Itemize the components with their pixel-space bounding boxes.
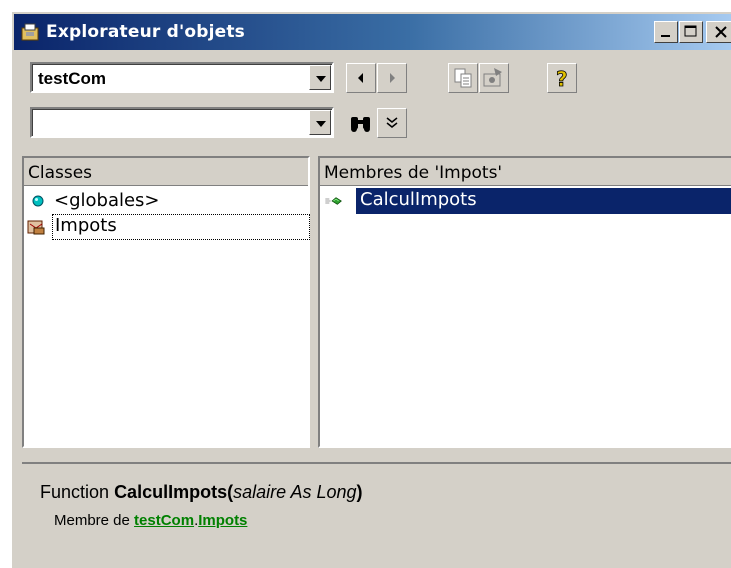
class-item-impots[interactable]: Impots [26,214,310,240]
forward-arrow-icon [390,73,395,83]
class-link[interactable]: Impots [198,512,247,529]
member-owner: Membre de testCom.Impots [54,512,247,529]
members-header: Membres de 'Impots' [320,158,731,186]
close-paren: ) [356,482,363,502]
search-combo-dropdown-button[interactable] [309,110,331,135]
maximize-button[interactable] [679,21,703,43]
member-item-label: CalculImpots [356,188,731,214]
pane-splitter[interactable] [310,156,318,448]
member-kind: Function [40,482,110,502]
view-definition-icon [483,68,502,87]
title-bar[interactable]: Explorateur d'objets [14,14,731,50]
search-button[interactable] [346,108,376,138]
minimize-button[interactable] [654,21,678,43]
close-icon [715,26,727,38]
library-link[interactable]: testCom [134,512,194,529]
classes-pane[interactable]: Classes <globales> Impots [22,156,310,448]
back-button[interactable] [346,63,376,93]
classes-header: Classes [24,158,308,186]
class-item-label: <globales> [54,190,160,211]
search-combo[interactable] [30,107,334,138]
show-search-results-button[interactable] [377,108,407,138]
help-question-icon: ? [556,67,568,92]
object-browser-icon [21,23,39,41]
class-item-globales[interactable]: <globales> [26,188,310,214]
forward-button[interactable] [377,63,407,93]
class-module-icon [27,220,45,235]
member-item-calculimpots[interactable]: CalculImpots [322,188,731,214]
double-chevron-down-icon [386,117,398,128]
back-arrow-icon [358,73,363,83]
library-combo-dropdown-button[interactable] [309,65,331,90]
member-signature: Function CalculImpots(salaire As Long) [40,482,363,503]
view-definition-button[interactable] [479,63,509,93]
class-item-label: Impots [52,214,310,240]
object-browser-window: Explorateur d'objets testCom ? Classes <… [10,10,731,568]
help-button[interactable]: ? [547,63,577,93]
binoculars-icon [351,117,370,132]
maximize-icon [684,25,697,37]
library-combo[interactable]: testCom [30,62,334,93]
details-pane: Function CalculImpots(salaire As Long) M… [22,462,731,568]
globals-dot-icon [32,195,44,207]
window-title: Explorateur d'objets [46,22,245,42]
copy-button[interactable] [448,63,478,93]
library-combo-value: testCom [38,69,107,88]
svg-text:?: ? [556,67,568,91]
close-button[interactable] [706,21,731,43]
member-name: CalculImpots [114,482,228,502]
members-pane[interactable]: Membres de 'Impots' CalculImpots [318,156,731,448]
minimize-icon [661,35,670,37]
member-of-prefix: Membre de [54,512,130,529]
copy-icon [454,68,472,88]
method-icon [325,197,342,205]
member-params: salaire As Long [233,482,357,502]
